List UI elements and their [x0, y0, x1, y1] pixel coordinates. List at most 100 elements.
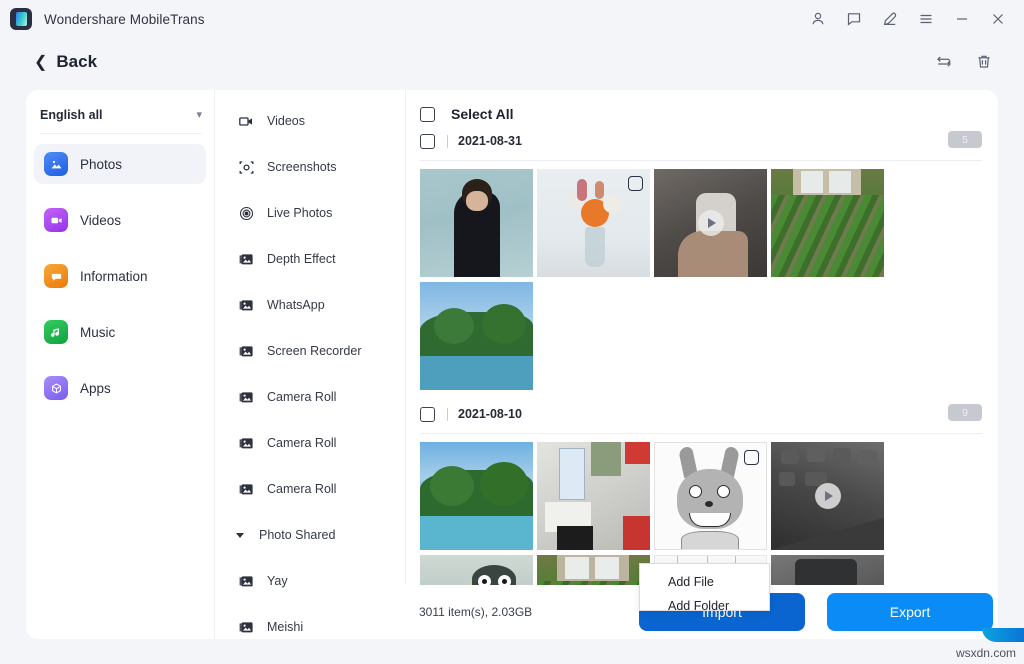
sidebar-item-label: Photos	[80, 157, 122, 172]
feedback-icon[interactable]	[838, 3, 870, 35]
album-item-whatsapp[interactable]: WhatsApp	[215, 282, 405, 328]
date-group-label: 2021-08-31	[458, 134, 522, 148]
music-icon	[44, 320, 68, 344]
album-group-label: Photo Shared	[259, 528, 335, 542]
album-item-label: Camera Roll	[267, 390, 336, 404]
album-item-screenshots[interactable]: Screenshots	[215, 144, 405, 190]
mobiletrans-logo-icon	[10, 8, 32, 30]
play-icon	[815, 483, 841, 509]
album-item-label: Depth Effect	[267, 252, 336, 266]
album-item-depth-effect[interactable]: Depth Effect	[215, 236, 405, 282]
sidebar-item-photos[interactable]: Photos	[34, 144, 206, 184]
watermark: wsxdn.com	[956, 646, 1016, 660]
photo-grid-panel: Select All 2021-08-31 5	[405, 90, 998, 639]
photo-thumbnail[interactable]	[537, 442, 650, 550]
sidebar: English all ▾ Photos Videos Informa	[26, 90, 214, 639]
album-item-camera-roll-2[interactable]: Camera Roll	[215, 420, 405, 466]
sidebar-item-label: Information	[80, 269, 148, 284]
menu-icon[interactable]	[910, 3, 942, 35]
photo-thumbnail[interactable]	[420, 442, 533, 550]
photo-stack-icon	[237, 250, 255, 268]
date-group-count: 9	[948, 404, 982, 421]
sidebar-item-label: Music	[80, 325, 115, 340]
photo-thumbnail[interactable]	[420, 282, 533, 390]
app-window: Wondershare MobileTrans	[0, 0, 1024, 664]
photo-thumbnail[interactable]	[654, 442, 767, 550]
export-label: Export	[890, 604, 930, 620]
video-thumbnail[interactable]	[771, 442, 884, 550]
photo-stack-icon	[237, 388, 255, 406]
photo-stack-icon	[237, 618, 255, 636]
caret-down-icon	[233, 526, 247, 544]
photo-stack-icon	[237, 434, 255, 452]
divider	[447, 135, 448, 148]
photo-stack-icon	[237, 480, 255, 498]
photo-thumbnail[interactable]	[537, 169, 650, 277]
photo-checkbox[interactable]	[628, 176, 643, 191]
context-menu-item-add-folder[interactable]: Add Folder	[640, 594, 769, 618]
language-select[interactable]: English all ▾	[40, 104, 202, 134]
select-all-row[interactable]: Select All	[420, 102, 982, 126]
album-item-meishi[interactable]: Meishi	[215, 604, 405, 650]
sidebar-item-information[interactable]: Information	[34, 256, 206, 296]
delete-trash-icon[interactable]	[964, 44, 1004, 80]
photo-group-1	[406, 161, 998, 395]
sidebar-item-apps[interactable]: Apps	[34, 368, 206, 408]
back-button[interactable]: ❮ Back	[34, 52, 97, 72]
videos-icon	[44, 208, 68, 232]
album-item-screen-recorder[interactable]: Screen Recorder	[215, 328, 405, 374]
date-group-checkbox[interactable]	[420, 407, 435, 422]
date-group-label: 2021-08-10	[458, 407, 522, 421]
photo-thumbnail[interactable]	[420, 169, 533, 277]
language-select-value: English all	[40, 108, 103, 122]
sidebar-item-label: Videos	[80, 213, 121, 228]
export-button[interactable]: Export	[827, 593, 993, 631]
refresh-sync-icon[interactable]	[924, 44, 964, 80]
album-item-label: WhatsApp	[267, 298, 325, 312]
chevron-down-icon: ▾	[196, 108, 202, 121]
photo-checkbox[interactable]	[744, 450, 759, 465]
photo-grid-header: Select All 2021-08-31 5	[406, 90, 998, 161]
live-photo-icon	[237, 204, 255, 222]
album-item-label: Live Photos	[267, 206, 332, 220]
date-group-header[interactable]: 2021-08-31 5	[420, 126, 982, 156]
context-menu-item-add-file[interactable]: Add File	[640, 570, 769, 594]
album-item-label: Screen Recorder	[267, 344, 362, 358]
album-list-panel: Videos Screenshots Live Photos Depth Eff…	[214, 90, 405, 639]
sidebar-items: Photos Videos Information Music	[26, 144, 214, 408]
photo-thumbnail[interactable]	[771, 169, 884, 277]
app-title: Wondershare MobileTrans	[44, 12, 205, 27]
album-item-label: Camera Roll	[267, 482, 336, 496]
album-item-yay[interactable]: Yay	[215, 558, 405, 604]
sidebar-item-videos[interactable]: Videos	[34, 200, 206, 240]
album-item-videos[interactable]: Videos	[215, 98, 405, 144]
album-item-label: Yay	[267, 574, 288, 588]
date-group-header[interactable]: 2021-08-10 9	[420, 399, 982, 429]
account-icon[interactable]	[802, 3, 834, 35]
select-all-checkbox[interactable]	[420, 107, 435, 122]
back-label: Back	[56, 52, 97, 72]
close-icon[interactable]	[982, 3, 1014, 35]
album-group-photo-shared[interactable]: Photo Shared	[215, 512, 405, 558]
album-item-camera-roll-1[interactable]: Camera Roll	[215, 374, 405, 420]
window-controls	[802, 0, 1024, 38]
sidebar-item-music[interactable]: Music	[34, 312, 206, 352]
import-context-menu: Add File Add Folder	[639, 563, 770, 611]
photo-grid-header: 2021-08-10 9	[406, 395, 998, 434]
album-item-label: Videos	[267, 114, 305, 128]
edit-icon[interactable]	[874, 3, 906, 35]
date-group-checkbox[interactable]	[420, 134, 435, 149]
album-item-camera-roll-3[interactable]: Camera Roll	[215, 466, 405, 512]
header-tools	[924, 44, 1004, 80]
photos-icon	[44, 152, 68, 176]
album-item-label: Camera Roll	[267, 436, 336, 450]
album-item-live-photos[interactable]: Live Photos	[215, 190, 405, 236]
photo-stack-icon	[237, 572, 255, 590]
divider	[447, 408, 448, 421]
album-list: Videos Screenshots Live Photos Depth Eff…	[215, 90, 405, 650]
video-thumbnail[interactable]	[654, 169, 767, 277]
minimize-icon[interactable]	[946, 3, 978, 35]
title-bar: Wondershare MobileTrans	[0, 0, 1024, 38]
album-item-label: Meishi	[267, 620, 303, 634]
album-item-label: Screenshots	[267, 160, 336, 174]
